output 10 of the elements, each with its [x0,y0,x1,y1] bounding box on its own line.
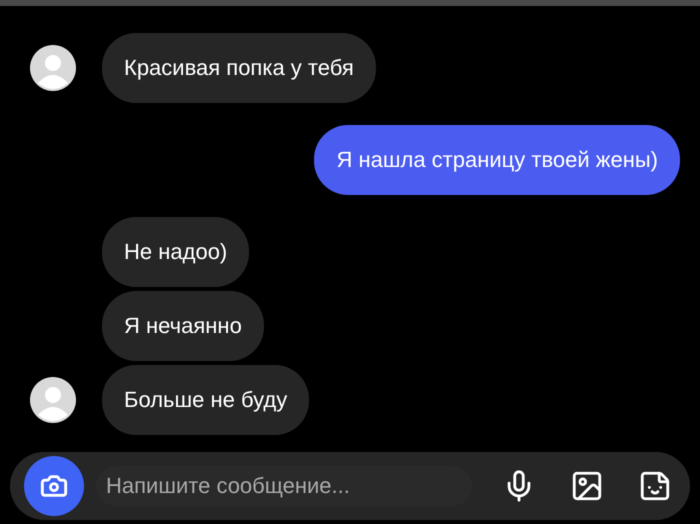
message-bubble: Я нечаянно [102,291,264,361]
image-icon [570,469,604,503]
message-input[interactable]: Напишите сообщение... [96,466,472,506]
sticker-icon [638,469,672,503]
message-bubble: Не надоо) [102,217,250,287]
message-bubble: Красивая попка у тебя [102,33,376,103]
message-bubble: Я нашла страницу твоей жены) [314,125,680,195]
camera-button[interactable] [24,456,84,516]
message-bubble: Больше не буду [102,365,310,435]
camera-icon [40,472,68,500]
